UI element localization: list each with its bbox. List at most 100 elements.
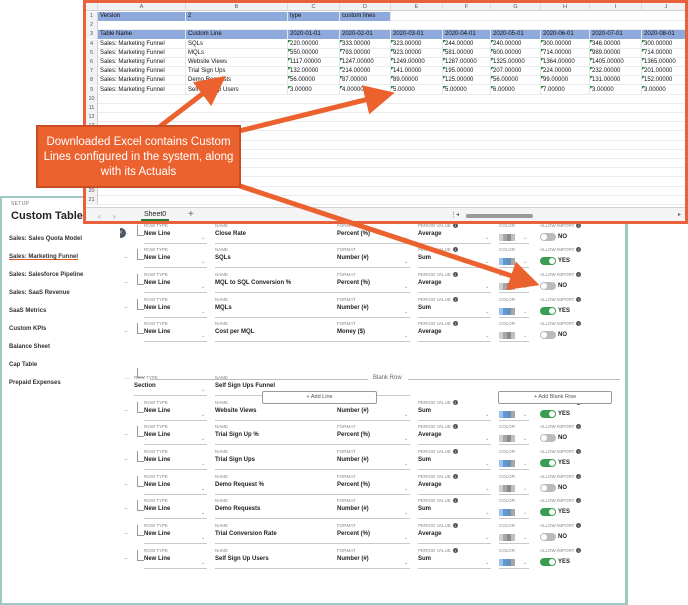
chevron-down-icon[interactable]: ⌄ — [404, 461, 408, 467]
sheet-cell[interactable]: 2020-01-01 — [288, 30, 340, 40]
row-number[interactable]: 4 — [86, 39, 98, 49]
info-icon[interactable]: i — [576, 424, 582, 430]
drag-handle-icon[interactable]: ··· — [124, 506, 128, 512]
allow-import-toggle[interactable]: ALLOW IMPORTi YES — [540, 448, 582, 467]
line-name-field[interactable]: NAME Trial Conversion Rate — [215, 523, 410, 544]
row-number[interactable]: 20 — [86, 186, 98, 196]
row-type-select[interactable]: ROW TYPE New Line ⌄ — [144, 424, 207, 446]
info-icon[interactable]: i — [576, 448, 582, 454]
sheet-cell[interactable]: 923.00000 — [391, 48, 443, 58]
info-icon[interactable]: i — [452, 271, 458, 277]
row-type-select[interactable]: ROW TYPE New Line ⌄ — [144, 321, 207, 343]
color-swatch[interactable] — [499, 435, 515, 443]
column-header[interactable]: G — [491, 3, 541, 11]
sheet-cell[interactable]: Self Sign Up Users — [186, 85, 288, 95]
sheet-cell[interactable]: 1249.00000 — [391, 58, 443, 67]
allow-import-toggle[interactable]: ALLOW IMPORT i NO — [540, 523, 582, 541]
row-number[interactable]: 8 — [86, 76, 98, 86]
info-icon[interactable]: i — [452, 547, 458, 553]
add-line-button[interactable]: + Add Line — [262, 391, 377, 404]
column-header[interactable]: A — [98, 3, 186, 11]
column-header[interactable]: H — [541, 3, 590, 11]
color-swatch[interactable] — [499, 258, 515, 266]
sheet-cell[interactable]: 3.00000 — [288, 85, 340, 95]
sheet-cell[interactable]: 1325.00000 — [491, 58, 541, 67]
row-number[interactable]: 21 — [86, 196, 98, 205]
period-value-select[interactable]: PERIOD VALUE i Sum ⌄ — [418, 547, 491, 569]
chevron-down-icon[interactable]: ⌄ — [485, 333, 489, 339]
sheet-tab[interactable]: Sheet0 — [141, 210, 170, 221]
chevron-down-icon[interactable]: ⌄ — [523, 235, 527, 241]
toggle-switch[interactable] — [540, 306, 556, 315]
chevron-down-icon[interactable]: ⌄ — [201, 309, 205, 315]
sheet-cell[interactable]: 5.00000 — [443, 85, 491, 95]
period-value-select[interactable]: PERIOD VALUE i Average ⌄ — [418, 271, 491, 293]
prev-sheet-icon[interactable]: ‹ — [98, 212, 101, 221]
chevron-down-icon[interactable]: ⌄ — [404, 436, 408, 442]
add-blank-row-button[interactable]: + Add Blank Row — [498, 391, 612, 404]
line-name-field[interactable]: NAME MQL to SQL Conversion % — [215, 272, 410, 293]
chevron-down-icon[interactable]: ⌄ — [201, 259, 205, 265]
sheet-cell[interactable]: 346.00000 — [590, 39, 642, 49]
chevron-down-icon[interactable]: ⌄ — [404, 535, 408, 541]
row-number[interactable]: 9 — [86, 85, 98, 95]
sheet-cell[interactable]: 201.00000 — [642, 67, 685, 76]
row-type-select[interactable]: ROW TYPE New Line ⌄ — [144, 449, 207, 470]
line-name-field[interactable]: NAME Self Sign Up Users — [215, 548, 410, 569]
color-picker[interactable]: COLOR ⌄ — [499, 523, 529, 544]
info-icon[interactable]: i — [452, 296, 458, 302]
line-name-field[interactable]: NAME Cost per MQL — [215, 321, 410, 343]
color-swatch[interactable] — [499, 509, 515, 517]
sheet-cell[interactable]: Trial Sign Ups — [186, 67, 288, 77]
row-type-select[interactable]: ROW TYPE New Line ⌄ — [144, 400, 207, 421]
row-number[interactable]: 7 — [86, 67, 98, 77]
sheet-cell[interactable]: 224.00000 — [541, 67, 590, 77]
chevron-down-icon[interactable]: ⌄ — [523, 333, 527, 339]
next-sheet-icon[interactable]: › — [113, 212, 116, 221]
drag-handle-icon[interactable]: ··· — [124, 457, 128, 463]
column-header[interactable]: B — [186, 3, 288, 11]
sheet-cell[interactable]: Sales: Marketing Funnel — [98, 39, 186, 49]
info-icon[interactable]: i — [576, 523, 582, 528]
chevron-down-icon[interactable]: ⌄ — [485, 486, 489, 492]
sheet-cell[interactable]: 1364.00000 — [541, 58, 590, 67]
color-picker[interactable]: COLOR ⌄ — [499, 247, 529, 269]
chevron-down-icon[interactable]: ⌄ — [404, 486, 408, 492]
chevron-down-icon[interactable]: ⌄ — [485, 284, 489, 290]
sheet-cell[interactable]: 214.00000 — [340, 67, 391, 77]
sheet-cell[interactable]: 600.00000 — [491, 48, 541, 58]
drag-handle-icon[interactable]: ··· — [124, 376, 130, 382]
sheet-cell[interactable]: 131.00000 — [590, 76, 642, 86]
allow-import-toggle[interactable]: ALLOW IMPORT i NO — [540, 321, 582, 340]
chevron-down-icon[interactable]: ⌄ — [485, 436, 489, 442]
row-number[interactable]: 1 — [86, 12, 98, 21]
sheet-cell[interactable]: 152.00000 — [642, 76, 685, 85]
drag-handle-icon[interactable]: ··· — [124, 305, 128, 311]
sheet-cell[interactable]: 989.00000 — [590, 48, 642, 58]
format-select[interactable]: FORMAT Percent (%) ⌄ — [337, 523, 410, 544]
horizontal-scrollbar[interactable] — [466, 214, 533, 218]
color-swatch[interactable] — [499, 459, 515, 467]
sidebar-item[interactable]: Prepaid Expenses — [9, 380, 61, 386]
period-value-select[interactable]: PERIOD VALUE i Sum ⌄ — [418, 399, 491, 421]
line-name-field[interactable]: NAME Website Views — [215, 400, 410, 421]
info-icon[interactable]: i — [576, 473, 582, 479]
line-name-field[interactable]: NAME SQLs — [215, 247, 410, 269]
line-name-field[interactable]: NAME Trial Sign Ups — [215, 449, 410, 470]
drag-handle-icon[interactable]: ··· — [124, 432, 128, 438]
sheet-cell[interactable]: 195.00000 — [443, 67, 491, 77]
sheet-cell[interactable]: 141.00000 — [391, 67, 443, 77]
chevron-down-icon[interactable]: ⌄ — [201, 235, 205, 241]
color-picker[interactable]: COLOR ⌄ — [499, 474, 529, 495]
sheet-cell[interactable]: 300.00000 — [642, 39, 685, 49]
chevron-down-icon[interactable]: ⌄ — [485, 259, 489, 265]
color-picker[interactable]: COLOR ⌄ — [499, 449, 529, 470]
allow-import-toggle[interactable]: ALLOW IMPORTi YES — [540, 247, 582, 266]
period-value-select[interactable]: PERIOD VALUE i Average ⌄ — [418, 222, 491, 244]
line-name-field[interactable]: NAME MQLs — [215, 297, 410, 318]
chevron-down-icon[interactable]: ⌄ — [523, 284, 527, 290]
sheet-cell[interactable]: 3.00000 — [590, 85, 642, 95]
row-type-select[interactable]: ROW TYPE New Line ⌄ — [144, 523, 207, 544]
sheet-cell[interactable]: 87.00000 — [340, 76, 391, 86]
format-select[interactable]: FORMAT Percent (%) ⌄ — [337, 272, 410, 293]
